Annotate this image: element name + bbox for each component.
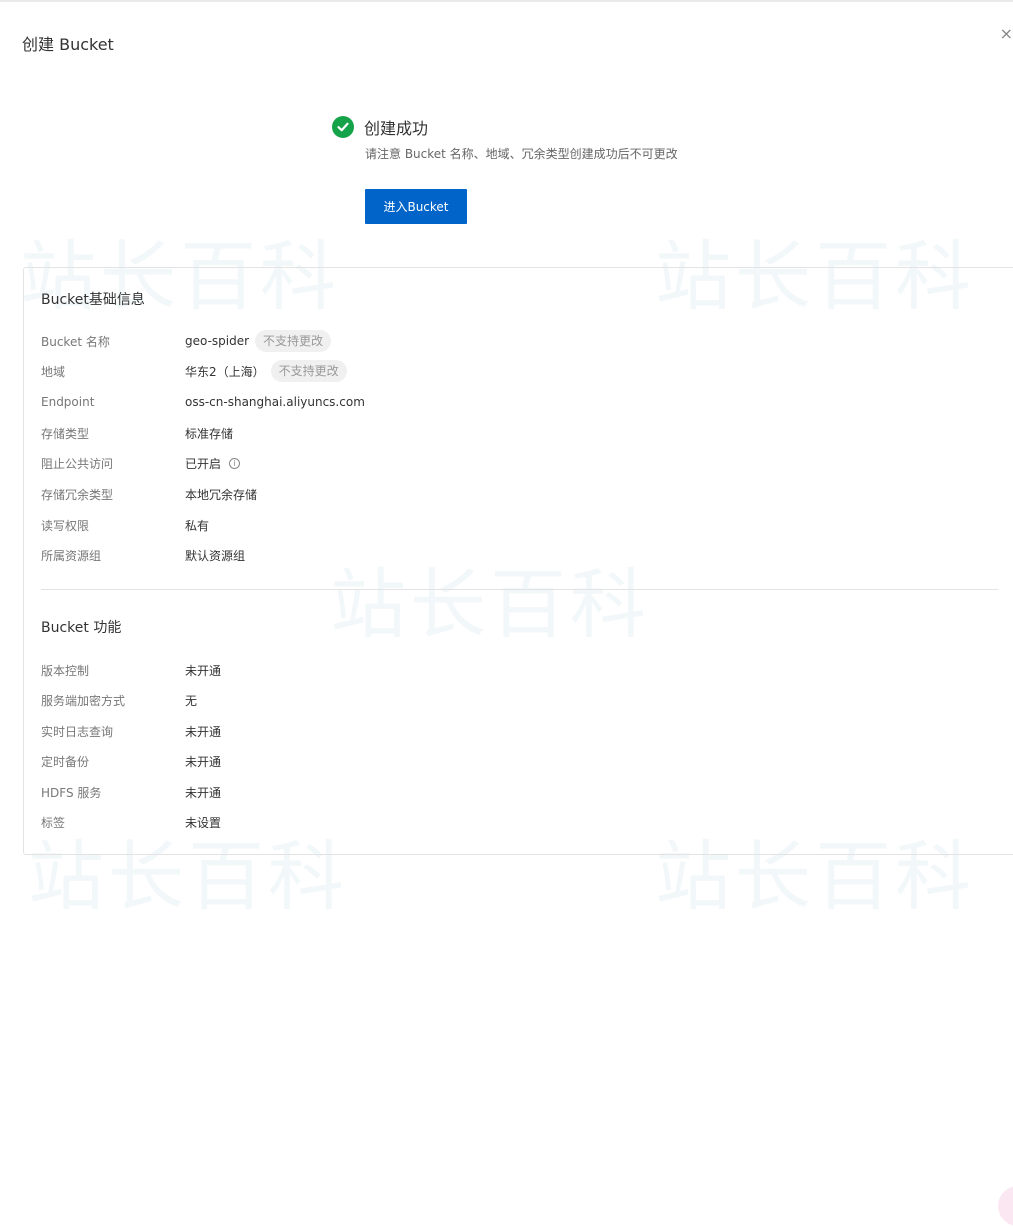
not-editable-tag: 不支持更改 <box>270 360 347 382</box>
not-editable-tag: 不支持更改 <box>255 330 332 352</box>
info-row-resource-group: 所属资源组 默认资源组 <box>41 544 245 566</box>
row-value: 私有 <box>185 518 210 533</box>
row-label: 阻止公共访问 <box>41 456 114 471</box>
top-border <box>0 0 1013 2</box>
info-row-endpoint: Endpoint oss-cn-shanghai.aliyuncs.com <box>41 391 365 413</box>
info-row-acl: 读写权限 私有 <box>41 514 209 536</box>
feature-row-hdfs: HDFS 服务 未开通 <box>41 781 221 803</box>
success-header: 创建成功 <box>332 115 428 139</box>
row-value: 未开通 <box>185 785 222 800</box>
success-description: 请注意 Bucket 名称、地域、冗余类型创建成功后不可更改 <box>365 147 678 161</box>
row-value: oss-cn-shanghai.aliyuncs.com <box>185 395 365 409</box>
info-row-storage-class: 存储类型 标准存储 <box>41 422 233 444</box>
section-divider <box>41 589 998 590</box>
row-value: 已开启 <box>185 456 222 471</box>
check-circle-icon <box>332 116 354 138</box>
row-label: HDFS 服务 <box>41 785 102 800</box>
feature-row-encryption: 服务端加密方式 无 <box>41 689 197 711</box>
feature-row-backup: 定时备份 未开通 <box>41 750 221 772</box>
row-label: 存储冗余类型 <box>41 487 114 502</box>
row-value: 华东2（上海） <box>185 364 265 379</box>
row-value: 未开通 <box>185 754 222 769</box>
row-value: 本地冗余存储 <box>185 487 258 502</box>
row-value: 标准存储 <box>185 426 234 441</box>
info-row-redundancy-type: 存储冗余类型 本地冗余存储 <box>41 483 257 505</box>
row-label: 存储类型 <box>41 426 90 441</box>
basic-info-title: Bucket基础信息 <box>41 292 145 308</box>
close-icon[interactable]: × <box>1000 24 1013 44</box>
row-value: geo-spider <box>185 334 250 348</box>
info-icon[interactable]: i <box>229 457 241 469</box>
features-title: Bucket 功能 <box>41 620 122 636</box>
row-label: 定时备份 <box>41 754 90 769</box>
row-label: 服务端加密方式 <box>41 693 126 708</box>
feature-row-tags: 标签 未设置 <box>41 811 221 833</box>
floating-assistant-icon[interactable] <box>998 1186 1013 1226</box>
info-row-bucket-name: Bucket 名称 geo-spider 不支持更改 <box>41 330 332 352</box>
info-row-region: 地域 华东2（上海） 不支持更改 <box>41 360 347 382</box>
row-label: 读写权限 <box>41 518 90 533</box>
row-label: 所属资源组 <box>41 548 102 563</box>
row-label: 实时日志查询 <box>41 724 114 739</box>
success-title: 创建成功 <box>364 119 429 138</box>
info-row-block-public-access: 阻止公共访问 已开启 i <box>41 452 241 474</box>
row-label: Endpoint <box>41 395 95 409</box>
row-label: Bucket 名称 <box>41 334 110 349</box>
enter-bucket-button[interactable]: 进入Bucket <box>365 189 467 224</box>
dialog-title: 创建 Bucket <box>22 35 114 54</box>
row-label: 标签 <box>41 815 66 830</box>
row-label: 版本控制 <box>41 663 90 678</box>
row-value: 未设置 <box>185 815 222 830</box>
row-value: 默认资源组 <box>185 548 246 563</box>
feature-row-versioning: 版本控制 未开通 <box>41 659 221 681</box>
row-value: 未开通 <box>185 724 222 739</box>
row-value: 无 <box>185 693 198 708</box>
row-value: 未开通 <box>185 663 222 678</box>
row-label: 地域 <box>41 364 66 379</box>
feature-row-realtime-log: 实时日志查询 未开通 <box>41 720 221 742</box>
